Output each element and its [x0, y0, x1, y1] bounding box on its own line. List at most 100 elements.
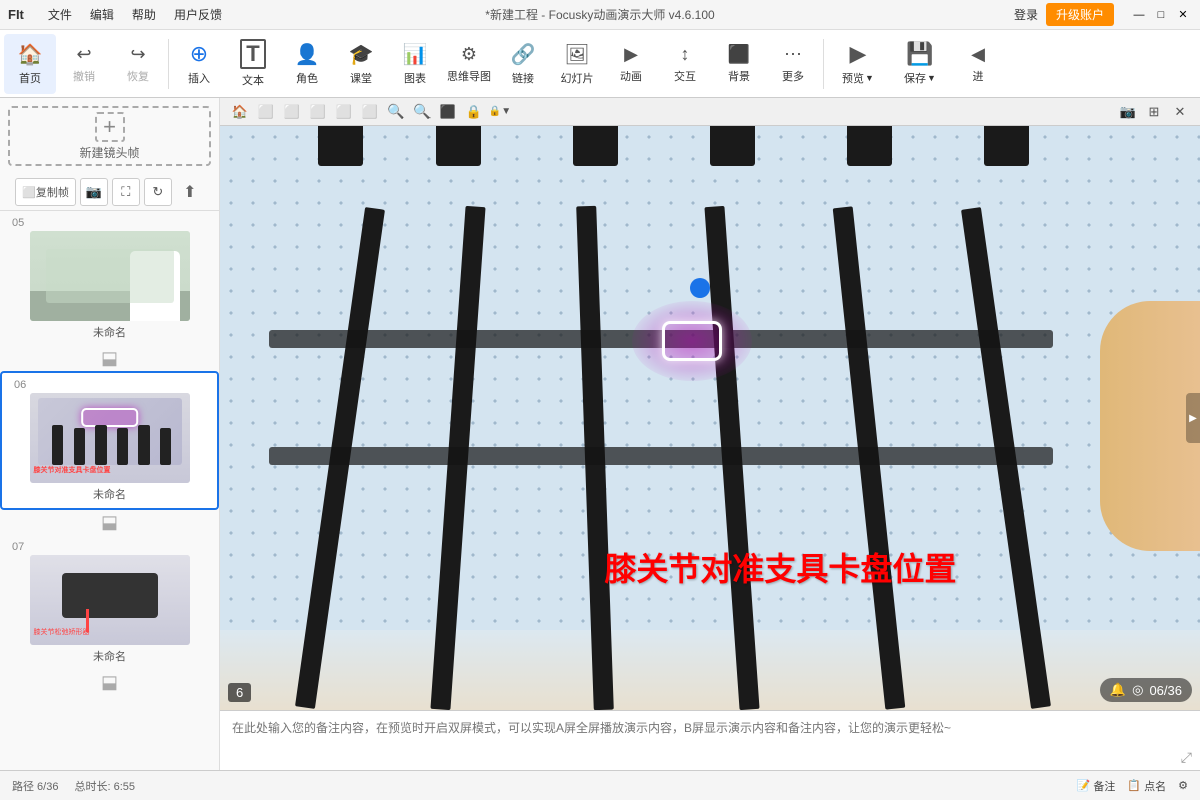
close-button[interactable]: ✕	[1174, 6, 1192, 24]
notes-icon: 📝	[1077, 779, 1091, 792]
toolbar-mindmap[interactable]: ⚙ 思维导图	[443, 34, 495, 94]
thumb07-text: 膝关节松弛矫形器	[34, 627, 90, 637]
canvas-close-button[interactable]: ✕	[1168, 100, 1192, 124]
slide-label-05: 未命名	[93, 324, 126, 340]
notes-area: ⤢	[220, 710, 1200, 770]
animation-icon: ▶	[624, 44, 638, 65]
slide-thumb-07: 膝关节松弛矫形器	[30, 555, 190, 645]
mindmap-icon: ⚙	[461, 44, 477, 65]
toolbar-nav[interactable]: ◀ 进	[952, 34, 1004, 94]
statusbar-rename-button[interactable]: 📋 点名	[1127, 778, 1166, 794]
slide-label-07: 未命名	[93, 648, 126, 664]
copy-frame-icon: ⬜	[22, 186, 36, 199]
menu-edit[interactable]: 编辑	[82, 4, 122, 25]
toolbar-background[interactable]: ⬛ 背景	[713, 34, 765, 94]
rotate-icon: ↻	[152, 184, 163, 200]
transition-05-06: ⬓	[0, 346, 219, 371]
canvas-crop3-button[interactable]: ⬜	[306, 100, 330, 124]
canvas-grid-button[interactable]: ⊞	[1142, 100, 1166, 124]
buckle-3	[573, 126, 618, 166]
progress-circle: ◎	[1132, 682, 1143, 698]
nav-icon: ◀	[971, 44, 985, 65]
toolbar-more[interactable]: ⋯ 更多	[767, 34, 819, 94]
rotate-button[interactable]: ↻	[144, 178, 172, 206]
notes-input[interactable]	[220, 711, 1200, 770]
titlebar: FIt 文件 编辑 帮助 用户反馈 *新建工程 - Focusky动画演示大师 …	[0, 0, 1200, 30]
canvas-home-button[interactable]: 🏠	[228, 100, 252, 124]
upgrade-button[interactable]: 升级账户	[1046, 3, 1114, 26]
chart-icon: 📊	[403, 42, 428, 67]
toolbar-animation[interactable]: ▶ 动画	[605, 34, 657, 94]
canvas-lock-button[interactable]: 🔒	[462, 100, 486, 124]
canvas-camera-button[interactable]: 📷	[1116, 100, 1140, 124]
canvas-toolbar: 🏠 ⬜ ⬜ ⬜ ⬜ ⬜ 🔍 🔍- ⬛ 🔒 🔒▼ 📷 ⊞ ✕	[220, 98, 1200, 126]
slide-icon: 🖼	[564, 42, 589, 67]
preview-icon: ▶	[850, 41, 867, 67]
toolbar-chart[interactable]: 📊 图表	[389, 34, 441, 94]
thumb06-text: 膝关节对准支具卡盘位置	[34, 465, 111, 475]
statusbar-left: 路径 6/36 总时长: 6:55	[12, 778, 135, 794]
slide-item-07[interactable]: 07 膝关节松弛矫形器 未命名	[0, 535, 219, 670]
slide-num-07: 07	[12, 541, 24, 553]
menu-file[interactable]: 文件	[40, 4, 80, 25]
toolbar-redo[interactable]: ↪ 恢复	[112, 34, 164, 94]
toolbar-interact[interactable]: ↕ 交互	[659, 34, 711, 94]
transition-06-07: ⬓	[0, 510, 219, 535]
canvas-crop4-button[interactable]: ⬜	[332, 100, 356, 124]
camera-icon: 📷	[86, 184, 102, 200]
canvas-lock2-button[interactable]: 🔒▼	[488, 100, 512, 124]
buckle-4	[710, 126, 755, 166]
toolbar-text[interactable]: T 文本	[227, 34, 279, 94]
slide-item-05[interactable]: 05 未命名	[0, 211, 219, 346]
canvas-align-button[interactable]: ⬛	[436, 100, 460, 124]
transition-07-end: ⬓	[0, 670, 219, 695]
menu-help[interactable]: 帮助	[124, 4, 164, 25]
fullscreen-button[interactable]: ⛶	[112, 178, 140, 206]
maximize-button[interactable]: □	[1152, 6, 1170, 24]
statusbar-settings-button[interactable]: ⚙	[1178, 779, 1188, 792]
canvas-crop2-button[interactable]: ⬜	[280, 100, 304, 124]
toolbar-role[interactable]: 👤 角色	[281, 34, 333, 94]
toolbar-undo[interactable]: ↩ 撤销	[58, 34, 110, 94]
new-frame-button[interactable]: + 新建镜头帧	[8, 106, 211, 166]
undo-icon: ↩	[76, 44, 91, 65]
canvas-crop1-button[interactable]: ⬜	[254, 100, 278, 124]
toolbar-insert[interactable]: ⊕ 插入	[173, 34, 225, 94]
login-button[interactable]: 登录	[1014, 6, 1038, 23]
upload-button[interactable]: ⬆	[176, 178, 204, 206]
hstrap-2	[269, 447, 1053, 465]
copy-frame-button[interactable]: ⬜ 复制帧	[15, 178, 76, 206]
toolbar-save[interactable]: 💾 保存 ▼	[890, 34, 950, 94]
slide-thumb-05	[30, 231, 190, 321]
menu-feedback[interactable]: 用户反馈	[166, 4, 230, 25]
notes-expand-button[interactable]: ⤢	[1181, 749, 1192, 766]
canvas-crop5-button[interactable]: ⬜	[358, 100, 382, 124]
toolbar-slide[interactable]: 🖼 幻灯片	[551, 34, 603, 94]
statusbar-right: 📝 备注 📋 点名 ⚙	[1077, 778, 1188, 794]
camera-button[interactable]: 📷	[80, 178, 108, 206]
toolbar-home[interactable]: 🏠 首页	[4, 34, 56, 94]
arm-skin	[1100, 301, 1200, 551]
statusbar-path: 路径 6/36	[12, 778, 58, 794]
statusbar-notes-button[interactable]: 📝 备注	[1077, 778, 1116, 794]
canvas-area: 🏠 ⬜ ⬜ ⬜ ⬜ ⬜ 🔍 🔍- ⬛ 🔒 🔒▼ 📷 ⊞ ✕	[220, 98, 1200, 770]
link-icon: 🔗	[511, 42, 536, 67]
toolbar-preview[interactable]: ▶ 预览 ▼	[828, 34, 888, 94]
canvas-zoom-out-button[interactable]: 🔍-	[410, 100, 434, 124]
fabric-bg: 6 膝关节对准支具卡盘位置 🔔 ◎ 06/36	[220, 126, 1200, 710]
main-canvas[interactable]: 6 膝关节对准支具卡盘位置 🔔 ◎ 06/36 ▶	[220, 126, 1200, 710]
minimize-button[interactable]: —	[1130, 6, 1148, 24]
main-content: + 新建镜头帧 ⬜ 复制帧 📷 ⛶ ↻ ⬆ 05	[0, 98, 1200, 770]
home-icon: 🏠	[18, 42, 43, 67]
new-frame-label: 新建镜头帧	[79, 144, 139, 161]
toolbar-class[interactable]: 🎓 课堂	[335, 34, 387, 94]
slide-item-06[interactable]: 06 膝关节对准支具卡盘位置	[0, 371, 219, 510]
main-toolbar: 🏠 首页 ↩ 撤销 ↪ 恢复 ⊕ 插入 T 文本 👤 角色 🎓 课堂 📊 图表 …	[0, 30, 1200, 98]
slide-thumb-06: 膝关节对准支具卡盘位置	[30, 393, 190, 483]
fullscreen-icon: ⛶	[121, 184, 130, 200]
insert-icon: ⊕	[190, 41, 208, 67]
settings-icon: ⚙	[1178, 779, 1188, 792]
right-panel-collapse[interactable]: ▶	[1186, 393, 1200, 443]
toolbar-link[interactable]: 🔗 链接	[497, 34, 549, 94]
canvas-zoom-in-button[interactable]: 🔍	[384, 100, 408, 124]
